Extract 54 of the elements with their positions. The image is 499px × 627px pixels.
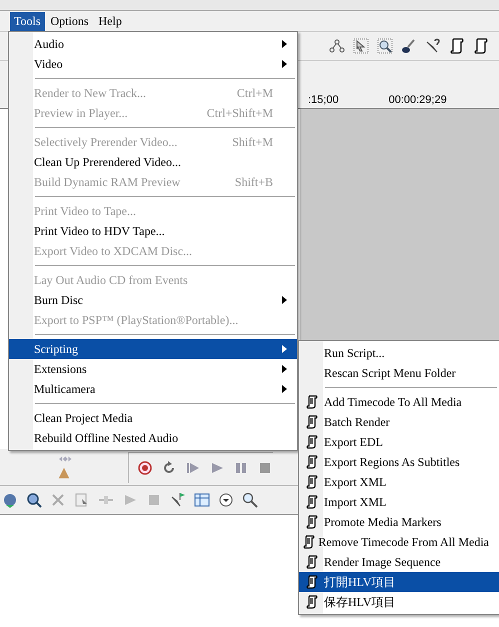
brush-icon[interactable] xyxy=(401,38,417,54)
node-tool-icon[interactable] xyxy=(329,38,345,54)
menu-item[interactable]: Burn Disc xyxy=(9,290,297,310)
help-pointer-icon[interactable] xyxy=(425,38,441,54)
menu-item[interactable]: Promote Media Markers xyxy=(299,512,499,532)
menu-item[interactable]: Render Image Sequence xyxy=(299,552,499,572)
menu-item[interactable]: Import XML xyxy=(299,492,499,512)
menu-item[interactable]: Options xyxy=(46,12,93,30)
menu-item[interactable]: Video xyxy=(9,54,297,74)
globe-icon[interactable] xyxy=(2,492,18,508)
ruler-timecode: :15;00 xyxy=(308,94,339,106)
script-icon[interactable] xyxy=(473,38,489,54)
menu-item[interactable]: Remove Timecode From All Media xyxy=(299,532,499,552)
menu-item[interactable]: Extensions xyxy=(9,359,297,379)
script-icon[interactable] xyxy=(449,38,465,54)
menu-item[interactable]: Add Timecode To All Media xyxy=(299,392,499,412)
script-icon xyxy=(306,495,318,509)
zoom-tool-icon[interactable] xyxy=(377,38,393,54)
script-icon xyxy=(302,535,315,549)
menu-item[interactable]: Rebuild Offline Nested Audio xyxy=(9,428,297,448)
record-button-icon[interactable] xyxy=(137,460,153,476)
script-icon xyxy=(306,555,318,569)
menu-item[interactable]: Export XML xyxy=(299,472,499,492)
menu-item[interactable]: Rescan Script Menu Folder xyxy=(299,363,499,383)
script-icon xyxy=(306,435,318,449)
menu-item[interactable]: 保存HLV項目 xyxy=(299,592,499,612)
script-icon xyxy=(306,575,318,589)
script-icon xyxy=(306,475,318,489)
search-icon[interactable] xyxy=(26,492,42,508)
menu-item[interactable]: 打開HLV項目 xyxy=(299,572,499,592)
menu-item[interactable]: Clean Up Prerendered Video... xyxy=(9,152,297,172)
search-icon[interactable] xyxy=(242,492,258,508)
script-icon xyxy=(306,395,318,409)
script-icon xyxy=(306,455,318,469)
select-icon[interactable] xyxy=(74,492,90,508)
menu-item[interactable]: Batch Render xyxy=(299,412,499,432)
menu-item[interactable]: Run Script... xyxy=(299,343,499,363)
menu-item[interactable]: Multicamera xyxy=(9,379,297,399)
ruler-timecode: 00:00:29;29 xyxy=(388,94,447,106)
loop-icon[interactable] xyxy=(161,460,177,476)
menu-item[interactable]: Export EDL xyxy=(299,432,499,452)
flag-pointer-icon[interactable] xyxy=(170,492,186,508)
view-icon[interactable] xyxy=(194,492,210,508)
menu-item[interactable]: Print Video to HDV Tape... xyxy=(9,221,297,241)
marker-triangle-icon[interactable] xyxy=(57,466,71,480)
menu-item[interactable]: Export Regions As Subtitles xyxy=(299,452,499,472)
script-icon xyxy=(306,595,318,609)
menu-item[interactable]: Clean Project Media xyxy=(9,408,297,428)
menu-item[interactable]: Help xyxy=(94,12,126,30)
script-icon xyxy=(306,415,318,429)
script-icon xyxy=(306,515,318,529)
menu-item[interactable]: Tools xyxy=(10,12,44,30)
menu-item[interactable]: Scripting xyxy=(9,339,297,359)
dropdown-icon[interactable] xyxy=(218,492,234,508)
